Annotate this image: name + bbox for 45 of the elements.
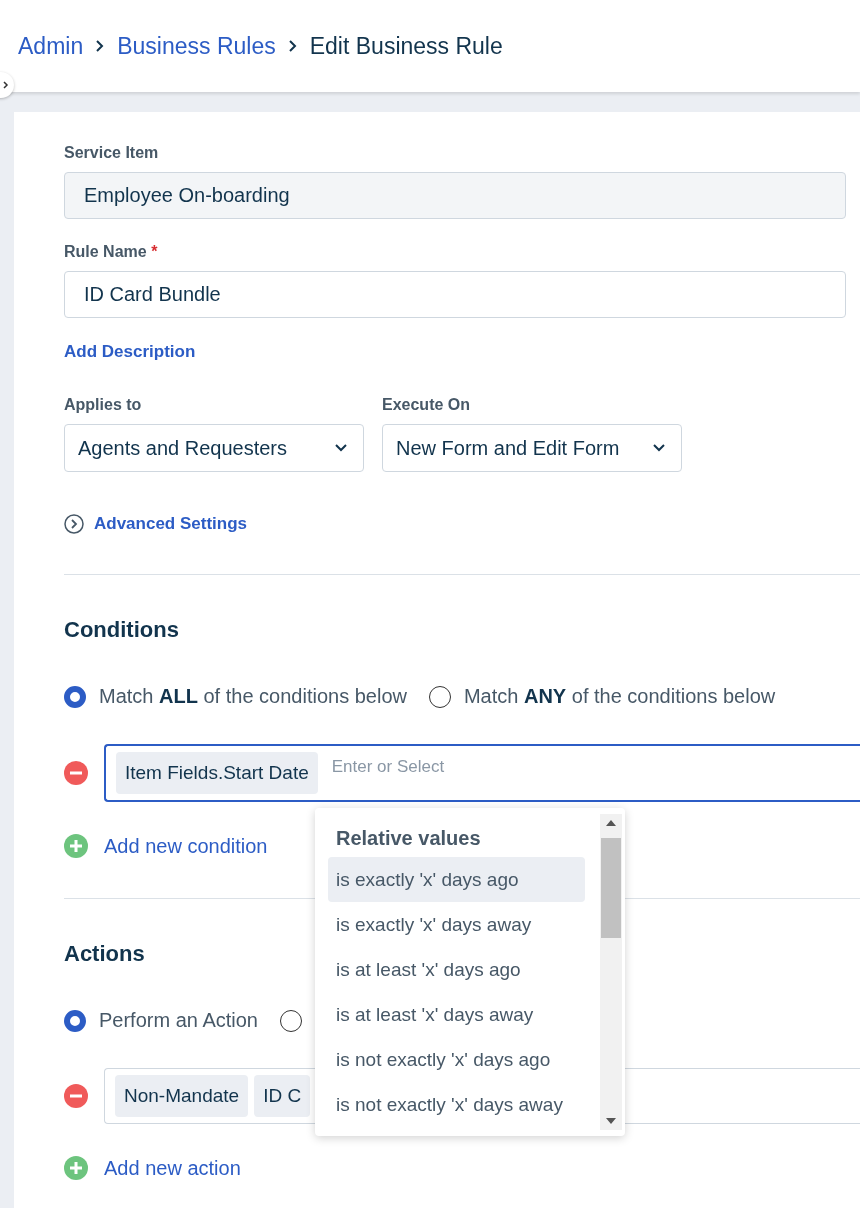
remove-icon[interactable]: [64, 761, 88, 785]
remove-icon[interactable]: [64, 1084, 88, 1108]
rule-name-field[interactable]: ID Card Bundle: [64, 271, 846, 318]
chevron-down-icon: [653, 444, 665, 452]
section-title: Conditions: [64, 617, 180, 643]
add-link[interactable]: Add new condition: [104, 834, 268, 858]
radio-button[interactable]: [279, 1009, 302, 1032]
add-icon[interactable]: [64, 834, 88, 858]
scrollbar[interactable]: [600, 814, 622, 1130]
menu-option[interactable]: is not exactly 'x' days away: [328, 1082, 585, 1127]
radio-label: Match ALL of the conditions below: [99, 685, 407, 708]
chevron-right-circle-icon[interactable]: [64, 514, 84, 534]
section-title: Actions: [64, 941, 146, 967]
field-label: Execute On: [382, 396, 472, 414]
radio-label: Match ANY of the conditions below: [463, 685, 776, 708]
menu-option[interactable]: is at least 'x' days ago: [328, 947, 585, 992]
select-dropdown[interactable]: Agents and Requesters: [64, 424, 364, 472]
group-heading: Relative values: [335, 826, 482, 851]
field-label: Applies to: [64, 396, 143, 414]
add-link[interactable]: Add new action: [104, 1156, 241, 1180]
chevron-down-icon: [335, 444, 347, 452]
service-item-field: Employee On-boarding: [64, 172, 846, 219]
advanced-settings-link[interactable]: Advanced Settings: [94, 514, 248, 534]
placeholder-text: Enter or Select: [331, 757, 445, 777]
menu-option[interactable]: is exactly 'x' days away: [328, 902, 585, 947]
chevron-right-icon: [3, 81, 9, 89]
select-dropdown[interactable]: New Form and Edit Form: [382, 424, 682, 472]
breadcrumb-link[interactable]: Admin: [18, 32, 84, 60]
tag-chip: Non-Mandate: [115, 1075, 249, 1117]
breadcrumb-link[interactable]: Business Rules: [117, 32, 276, 60]
radio-button[interactable]: [428, 685, 451, 708]
menu-option[interactable]: is exactly 'x' days ago: [328, 857, 585, 902]
menu-option[interactable]: is not exactly 'x' days ago: [328, 1037, 585, 1082]
radio-button[interactable]: [64, 685, 86, 708]
tag-chip: ID C: [254, 1075, 311, 1117]
menu-option[interactable]: is at least 'x' days away: [328, 992, 585, 1037]
page-title: Edit Business Rule: [309, 32, 503, 60]
rule-input-field[interactable]: Item Fields.Start Date Enter or Select: [104, 744, 860, 802]
field-label: Service Item: [64, 144, 160, 162]
radio-button[interactable]: [64, 1009, 86, 1032]
add-icon[interactable]: [64, 1156, 88, 1180]
field-label: Rule Name *: [64, 243, 159, 261]
tag-chip: Item Fields.Start Date: [116, 752, 318, 794]
add-description-link[interactable]: Add Description: [64, 342, 196, 362]
radio-label: Perform an Action: [99, 1009, 258, 1032]
